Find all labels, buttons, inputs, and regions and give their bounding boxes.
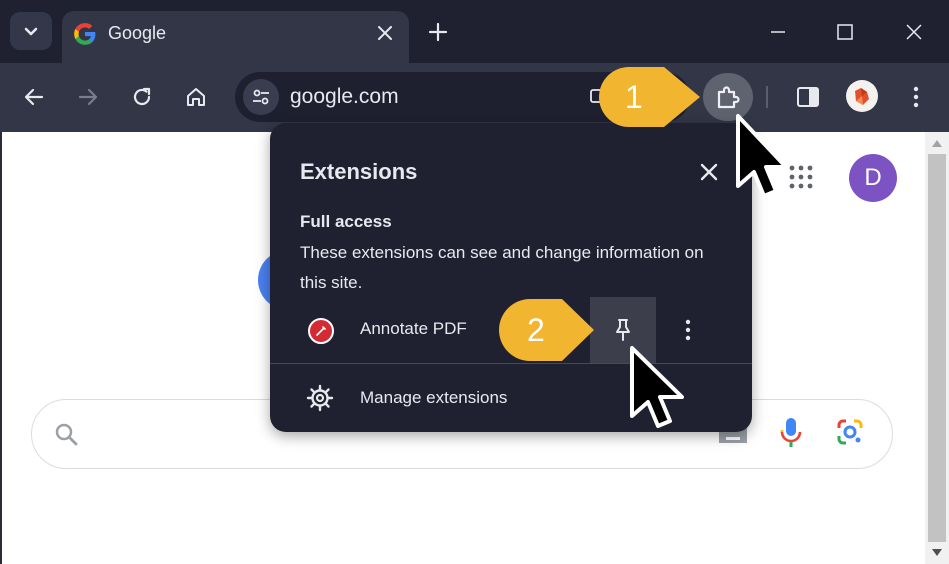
home-button[interactable] — [181, 82, 211, 112]
kebab-menu-icon — [913, 86, 919, 108]
step-2-callout: 2 — [498, 298, 596, 362]
tab-close-button[interactable] — [375, 23, 395, 43]
access-heading: Full access — [300, 212, 392, 231]
kebab-menu-icon — [685, 319, 691, 341]
window-close-button[interactable] — [900, 18, 928, 46]
side-panel-icon — [797, 87, 819, 107]
back-arrow-icon — [24, 88, 44, 106]
annotate-pdf-icon — [308, 318, 334, 344]
cursor-icon — [736, 114, 788, 198]
home-icon — [187, 88, 205, 106]
google-favicon-icon — [74, 23, 96, 45]
tune-icon — [253, 89, 269, 105]
extension-more-button[interactable] — [678, 317, 698, 343]
browser-tab[interactable]: Google — [62, 11, 409, 63]
scroll-thumb[interactable] — [928, 154, 946, 542]
cursor-icon — [630, 346, 684, 428]
side-panel-button[interactable] — [794, 83, 822, 111]
popup-title: Extensions — [300, 159, 418, 184]
access-description: These extensions can see and change info… — [300, 243, 704, 292]
chevron-down-icon — [24, 27, 38, 36]
extension-name[interactable]: Annotate PDF — [360, 319, 467, 339]
new-tab-plus-icon[interactable] — [426, 20, 450, 44]
minimize-icon — [771, 31, 785, 33]
back-button[interactable] — [19, 82, 49, 112]
apps-grid-icon[interactable] — [788, 164, 814, 190]
minimize-button[interactable] — [764, 18, 792, 46]
reload-icon — [133, 87, 151, 106]
step-1-callout: 1 — [598, 66, 702, 128]
tab-title: Google — [108, 23, 167, 43]
profile-fox-icon — [855, 88, 869, 105]
scroll-down-arrow-icon[interactable] — [931, 548, 943, 558]
title-bar: Google — [0, 0, 949, 63]
maximize-icon — [837, 24, 853, 40]
manage-extensions-label[interactable]: Manage extensions — [360, 388, 507, 408]
close-icon[interactable] — [698, 161, 720, 183]
window-left-edge — [0, 132, 2, 564]
maximize-button[interactable] — [831, 18, 859, 46]
scroll-up-arrow-icon[interactable] — [931, 138, 943, 148]
puzzle-icon — [717, 86, 740, 109]
step-2-number: 2 — [527, 312, 545, 348]
page-scrollbar[interactable] — [925, 132, 949, 564]
toolbar-separator — [766, 86, 768, 108]
mic-icon[interactable] — [778, 416, 804, 450]
close-icon — [378, 26, 392, 40]
lens-icon[interactable] — [835, 417, 865, 447]
search-icon — [55, 423, 78, 446]
tab-search-button[interactable] — [10, 12, 52, 50]
chrome-menu-button[interactable] — [906, 83, 926, 111]
reload-button[interactable] — [127, 82, 157, 112]
site-info-button[interactable] — [243, 79, 279, 115]
close-icon — [906, 24, 922, 40]
profile-avatar-button[interactable] — [846, 80, 878, 112]
forward-arrow-icon — [78, 88, 98, 106]
gear-icon — [306, 384, 334, 412]
url-text[interactable]: google.com — [290, 85, 399, 109]
forward-button[interactable] — [73, 82, 103, 112]
browser-toolbar: google.com — [0, 63, 949, 132]
account-avatar[interactable]: D — [849, 154, 897, 202]
pin-icon — [616, 319, 630, 341]
step-1-number: 1 — [625, 79, 643, 115]
